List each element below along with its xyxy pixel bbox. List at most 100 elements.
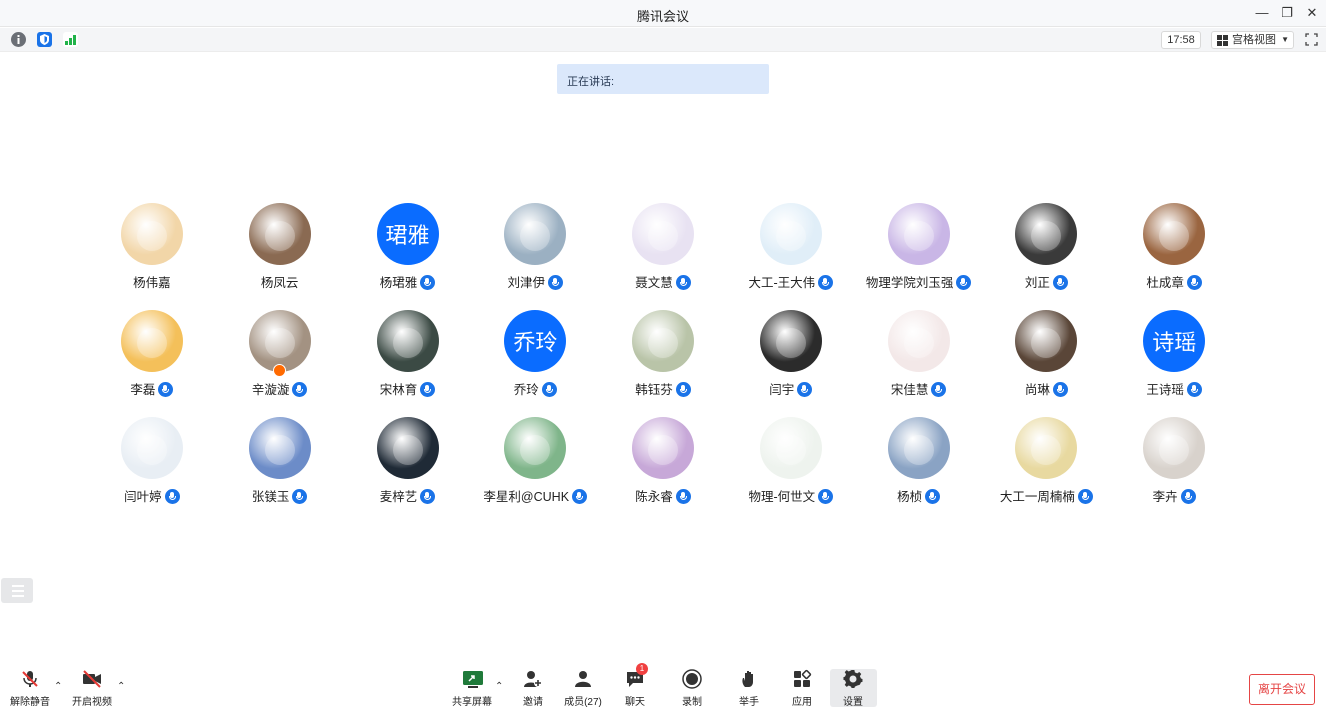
gear-icon xyxy=(843,669,863,689)
invite-button[interactable]: 邀请 xyxy=(516,669,550,709)
participant-tile[interactable]: 宋林育 xyxy=(344,310,472,417)
mic-status-icon xyxy=(158,382,174,397)
participant-tile[interactable]: 刘津伊 xyxy=(471,203,599,310)
mic-status-icon xyxy=(292,382,308,397)
settings-button[interactable]: 设置 xyxy=(838,669,868,709)
participant-tile[interactable]: 杨凤云 xyxy=(216,203,344,310)
participant-avatar-tiger-cartoon xyxy=(121,203,183,265)
participant-avatar-photo xyxy=(121,417,183,479)
participant-avatar-cat-photo xyxy=(759,310,822,372)
participant-tile[interactable]: 韩钰芬 xyxy=(599,310,727,417)
participant-tile[interactable]: 宋佳慧 xyxy=(855,310,983,417)
members-button[interactable]: 成员(27) xyxy=(563,669,603,709)
avatar-figure xyxy=(648,221,679,251)
participant-name-row: 杨珺雅 xyxy=(334,272,482,291)
avatar-figure xyxy=(137,221,167,251)
participant-name-row: 乔玲 xyxy=(461,379,609,398)
participant-tile[interactable]: 李卉 xyxy=(1110,417,1238,524)
avatar-figure xyxy=(264,221,295,251)
participant-tile[interactable]: 大工一周楠楠 xyxy=(982,417,1110,524)
participant-tile[interactable]: 大工-王大伟 xyxy=(727,203,855,310)
participant-name-row: 陈永睿 xyxy=(589,486,737,505)
members-label: 成员(27) xyxy=(564,697,602,708)
video-options-chevron-icon[interactable]: ⌃ xyxy=(117,681,125,692)
avatar-figure xyxy=(903,328,934,358)
signal-icon[interactable] xyxy=(63,32,78,47)
meeting-time: 17:58 xyxy=(1161,31,1201,49)
participant-tile[interactable]: 杨伟嘉 xyxy=(88,203,216,310)
participant-tile[interactable]: 陈永睿 xyxy=(599,417,727,524)
participant-tile[interactable]: 尚琳 xyxy=(982,310,1110,417)
fullscreen-icon[interactable] xyxy=(1305,33,1318,46)
participant-tile[interactable]: 闫叶婷 xyxy=(88,417,216,524)
participant-tile[interactable]: 麦梓艺 xyxy=(344,417,472,524)
minimize-button[interactable]: — xyxy=(1252,4,1272,22)
participant-name: 杜成章 xyxy=(1146,276,1184,290)
avatar-figure xyxy=(392,435,423,465)
shield-icon[interactable] xyxy=(37,32,52,47)
participant-tile[interactable]: 聂文慧 xyxy=(599,203,727,310)
audio-options-chevron-icon[interactable]: ⌃ xyxy=(54,681,62,692)
unmute-button[interactable]: 解除静音 xyxy=(10,669,50,709)
participant-tile[interactable]: 杜成章 xyxy=(1110,203,1238,310)
participant-tile[interactable]: 李磊 xyxy=(88,310,216,417)
participant-tile[interactable]: 李星利@CUHK xyxy=(471,417,599,524)
camera-off-icon xyxy=(82,669,102,689)
participant-tile[interactable]: 物理-何世文 xyxy=(727,417,855,524)
avatar-figure xyxy=(264,435,295,465)
participant-avatar-panda-cartoon xyxy=(759,203,822,265)
participant-tile[interactable]: 诗瑶 王诗瑶 xyxy=(1110,310,1238,417)
side-panel-toggle[interactable] xyxy=(1,578,33,603)
participant-name: 尚琳 xyxy=(1024,383,1050,397)
avatar-figure xyxy=(520,221,551,251)
participant-name: 大工-王大伟 xyxy=(748,276,816,290)
avatar-figure xyxy=(648,435,679,465)
mic-status-icon xyxy=(292,489,308,504)
raise-hand-button[interactable]: 举手 xyxy=(734,669,764,709)
share-options-chevron-icon[interactable]: ⌃ xyxy=(495,681,503,692)
participant-tile[interactable]: 乔玲 乔玲 xyxy=(471,310,599,417)
mic-status-icon xyxy=(925,489,941,504)
mic-status-icon xyxy=(1180,489,1196,504)
participant-avatar-photo xyxy=(504,203,567,265)
mic-status-icon xyxy=(1186,382,1202,397)
start-video-button[interactable]: 开启视频 xyxy=(72,669,112,709)
share-screen-icon xyxy=(462,669,483,689)
participant-tile[interactable]: 物理学院刘玉强 xyxy=(855,203,983,310)
info-icon[interactable] xyxy=(11,32,26,47)
close-button[interactable]: ✕ xyxy=(1302,4,1322,22)
participant-avatar-cartoon xyxy=(121,310,183,372)
share-screen-button[interactable]: 共享屏幕 xyxy=(452,669,492,709)
chat-button[interactable]: 1 聊天 xyxy=(620,663,650,709)
participant-avatar-initials: 乔玲 xyxy=(504,310,567,372)
participant-tile[interactable]: 闫宇 xyxy=(727,310,855,417)
participant-avatar-photo xyxy=(1015,310,1078,372)
participant-avatar-photo xyxy=(1143,417,1206,479)
participant-tile[interactable]: 张镁玉 xyxy=(216,417,344,524)
leave-meeting-button[interactable]: 离开会议 xyxy=(1249,674,1315,705)
raise-hand-label: 举手 xyxy=(739,697,759,708)
restore-button[interactable]: ❐ xyxy=(1277,4,1297,22)
participant-avatar-initials: 珺雅 xyxy=(376,203,439,265)
participant-tile[interactable]: 杨桢 xyxy=(855,417,983,524)
participant-tile[interactable]: 辛漩漩 xyxy=(216,310,344,417)
apps-button[interactable]: 应用 xyxy=(787,669,817,709)
mic-status-icon xyxy=(1052,275,1068,290)
mic-status-icon xyxy=(1052,382,1068,397)
participant-tile[interactable]: 珺雅 杨珺雅 xyxy=(344,203,472,310)
participant-name-row: 张镁玉 xyxy=(206,486,354,505)
avatar-figure xyxy=(903,435,934,465)
participant-avatar-initials: 诗瑶 xyxy=(1143,310,1206,372)
participant-name-row: 物理-何世文 xyxy=(717,486,865,505)
participant-name: 李星利@CUHK xyxy=(483,490,570,504)
record-icon xyxy=(682,669,702,689)
view-mode-dropdown[interactable]: 宫格视图 ▼ xyxy=(1211,31,1294,49)
participant-tile[interactable]: 刘正 xyxy=(982,203,1110,310)
record-button[interactable]: 录制 xyxy=(677,669,707,709)
hand-icon xyxy=(739,669,759,689)
participant-avatar-photo xyxy=(376,417,439,479)
avatar-figure xyxy=(775,221,806,251)
mic-status-icon xyxy=(164,489,180,504)
avatar-figure xyxy=(1031,221,1062,251)
participant-avatar-cartoon xyxy=(887,310,950,372)
